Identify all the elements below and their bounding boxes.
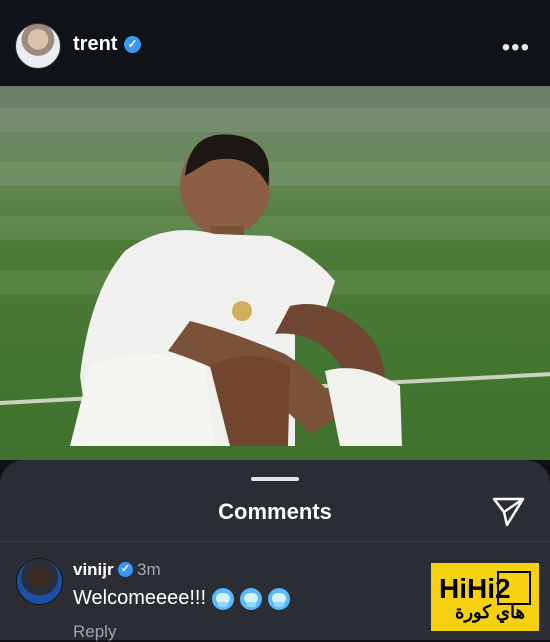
comment-text: Welcomeeee!!! [73,587,291,610]
comments-title: Comments [218,499,332,524]
post-header: trent ✓ ••• [0,0,550,86]
sheet-divider [0,541,550,542]
post-photo [0,86,550,460]
send-icon[interactable] [492,496,526,528]
cold-face-icon [212,587,235,610]
commenter-avatar[interactable] [16,558,63,605]
reply-button[interactable]: Reply [73,622,116,642]
watermark-arabic: هاي كورة [454,602,525,622]
cold-face-icon [240,587,263,610]
drag-handle[interactable] [251,477,299,481]
profile-avatar[interactable] [15,23,61,69]
player-illustration [70,134,402,446]
comment-time: 3m [137,560,161,579]
post-username[interactable]: trent [73,33,117,56]
hihi2-watermark-logo: HiHi2 هاي كورة [431,563,539,631]
more-options-icon[interactable]: ••• [502,34,530,62]
commenter-verified-icon: ✓ [118,562,133,577]
watermark-box [497,571,531,605]
verified-badge-icon: ✓ [124,36,141,53]
comment-username[interactable]: vinijr [73,560,114,580]
comment-message: Welcomeeee!!! [73,587,207,609]
cold-face-icon [268,587,291,610]
